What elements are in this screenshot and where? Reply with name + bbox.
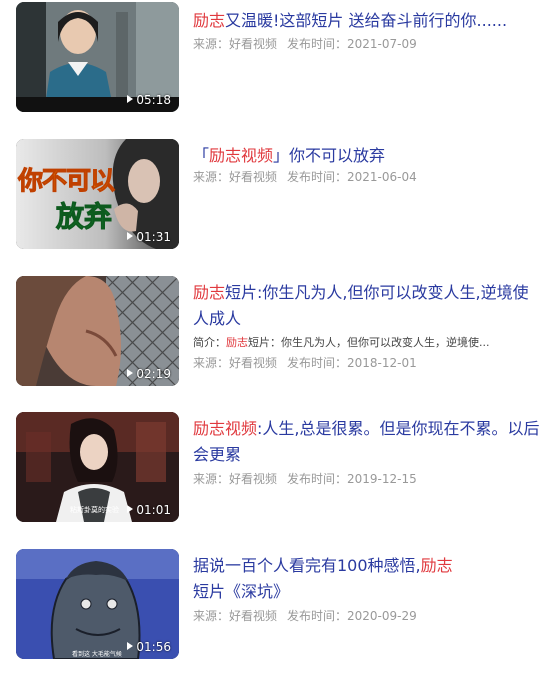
play-icon	[127, 95, 134, 103]
source-label: 来源：好看视频	[193, 472, 278, 486]
video-result[interactable]: 你不可以 放弃 01:31 「励志视频」你不可以放弃 来源：好看视频 发布时间：2…	[0, 139, 554, 251]
duration-label: 01:01	[127, 503, 171, 517]
thumbnail-caption: 看到这 大毛能气候	[72, 651, 122, 658]
video-summary: 简介：励志短片：你生凡为人，但你可以改变人生，逆境使...	[193, 336, 490, 349]
video-meta: 来源：好看视频 发布时间：2021-06-04	[193, 169, 543, 185]
video-title[interactable]: 据说一百个人看完有100种感悟,励志短片《深坑》	[193, 553, 543, 605]
video-meta: 来源：好看视频 发布时间：2019-12-15	[193, 471, 543, 487]
publish-date: 发布时间：2020-09-29	[287, 609, 417, 623]
source-label: 来源：好看视频	[193, 37, 278, 51]
publish-date: 发布时间：2019-12-15	[287, 472, 417, 486]
duration-label: 05:18	[127, 93, 171, 107]
video-thumbnail[interactable]: 05:18	[16, 2, 179, 112]
video-result[interactable]: 粘斯卦莫的实验 01:01 励志视频:人生,总是很累。但是你现在不累。以后会更累…	[0, 412, 554, 524]
video-thumbnail[interactable]: 看到这 大毛能气候 01:56	[16, 549, 179, 659]
video-title[interactable]: 励志视频:人生,总是很累。但是你现在不累。以后会更累	[193, 416, 543, 468]
video-result[interactable]: 05:18 励志又温暖!这部短片 送给奋斗前行的你...... 来源：好看视频发…	[0, 2, 554, 114]
video-meta: 来源：好看视频 发布时间：2021-07-09	[193, 36, 543, 52]
thumbnail-overlay-text: 你不可以	[17, 166, 115, 196]
thumbnail-overlay-text: 放弃	[55, 200, 113, 234]
play-icon	[127, 369, 134, 377]
duration-label: 02:19	[127, 367, 171, 381]
play-icon	[127, 232, 134, 240]
thumbnail-caption: 粘斯卦莫的实验	[70, 506, 119, 514]
video-result[interactable]: 看到这 大毛能气候 01:56 据说一百个人看完有100种感悟,励志短片《深坑》…	[0, 549, 554, 661]
source-label: 来源：好看视频	[193, 356, 278, 370]
publish-date: 发布时间：2021-07-09	[287, 37, 417, 51]
duration-label: 01:31	[127, 230, 171, 244]
duration-label: 01:56	[127, 640, 171, 654]
video-thumbnail[interactable]: 你不可以 放弃 01:31	[16, 139, 179, 249]
source-label: 来源：好看视频	[193, 609, 278, 623]
video-title[interactable]: 励志又温暖!这部短片 送给奋斗前行的你......	[193, 8, 543, 34]
video-thumbnail[interactable]: 粘斯卦莫的实验 01:01	[16, 412, 179, 522]
video-meta: 来源：好看视频 发布时间：2020-09-29	[193, 608, 543, 624]
video-title[interactable]: 「励志视频」你不可以放弃	[193, 143, 543, 169]
video-thumbnail[interactable]: 02:19	[16, 276, 179, 386]
publish-date: 发布时间：2018-12-01	[287, 356, 417, 370]
source-label: 来源：好看视频	[193, 170, 278, 184]
video-result[interactable]: 02:19 励志短片:你生凡为人,但你可以改变人生,逆境使人成人 简介：励志短片…	[0, 276, 554, 388]
publish-date: 发布时间：2021-06-04	[287, 170, 417, 184]
video-meta: 来源：好看视频 发布时间：2018-12-01	[193, 355, 543, 371]
video-title[interactable]: 励志短片:你生凡为人,但你可以改变人生,逆境使人成人	[193, 280, 543, 332]
play-icon	[127, 642, 134, 650]
play-icon	[127, 505, 134, 513]
